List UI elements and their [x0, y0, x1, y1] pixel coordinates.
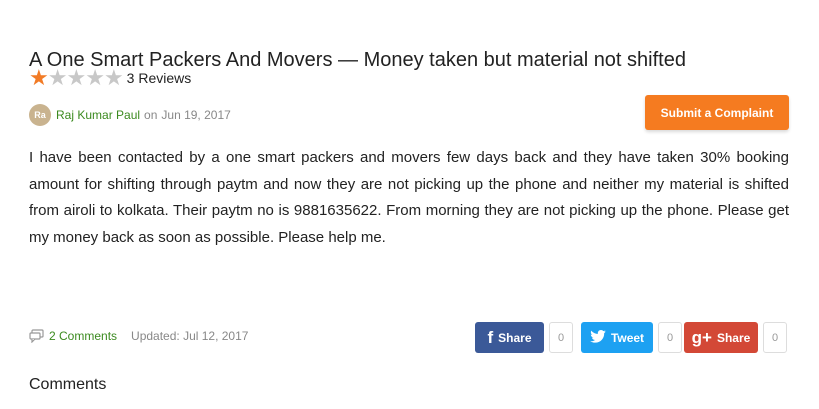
- facebook-share-label: Share: [498, 330, 532, 345]
- twitter-share-button[interactable]: Tweet: [581, 322, 653, 353]
- author-link[interactable]: Raj Kumar Paul: [56, 108, 140, 122]
- gplus-share-count: 0: [763, 322, 787, 353]
- post-meta: Ra Raj Kumar Paul on Jun 19, 2017: [29, 104, 231, 126]
- on-label: on: [144, 108, 158, 122]
- star-icon: ★: [47, 65, 68, 90]
- gplus-icon: g+: [691, 328, 712, 347]
- comments-heading: Comments: [29, 376, 107, 393]
- complaint-body: I have been contacted by a one smart pac…: [29, 149, 789, 246]
- post-date: Jun 19, 2017: [161, 108, 231, 122]
- star-rating: ★ ★ ★ ★ ★: [29, 65, 124, 90]
- facebook-share-button[interactable]: f Share: [475, 322, 544, 353]
- star-icon: ★: [29, 65, 49, 90]
- gplus-share-label: Share: [716, 330, 751, 345]
- star-icon: ★: [85, 65, 105, 90]
- twitter-share-group: Tweet 0: [581, 322, 682, 353]
- star-icon: ★: [66, 65, 87, 90]
- twitter-share-count: 0: [658, 322, 682, 353]
- gplus-share-button[interactable]: g+ Share: [684, 322, 758, 353]
- comment-icon: [29, 329, 45, 343]
- facebook-share-count: 0: [549, 322, 573, 353]
- submit-complaint-button[interactable]: Submit a Complaint: [645, 95, 789, 130]
- twitter-share-label: Tweet: [610, 330, 645, 345]
- comments-link[interactable]: 2 Comments: [49, 329, 117, 343]
- gplus-share-group: g+ Share 0: [684, 322, 787, 353]
- facebook-icon: f: [487, 328, 494, 347]
- post-footer: 2 Comments Updated: Jul 12, 2017: [29, 329, 248, 343]
- twitter-icon: [590, 329, 606, 346]
- star-icon: ★: [103, 65, 124, 90]
- rating-row: ★ ★ ★ ★ ★ 3 Reviews: [29, 67, 191, 89]
- avatar: Ra: [29, 104, 51, 126]
- reviews-count[interactable]: 3 Reviews: [127, 70, 192, 86]
- updated-date: Updated: Jul 12, 2017: [131, 329, 249, 343]
- facebook-share-group: f Share 0: [475, 322, 573, 353]
